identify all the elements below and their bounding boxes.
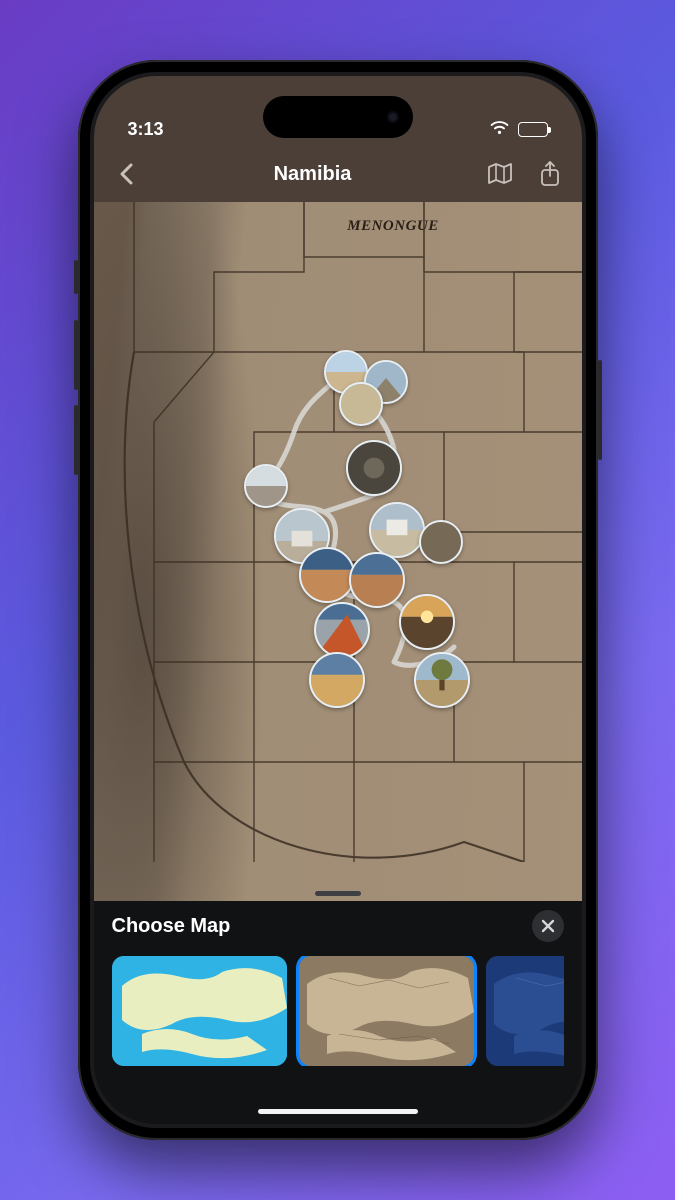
close-button[interactable] (532, 910, 564, 942)
mute-switch (74, 260, 78, 294)
map-style-button[interactable] (486, 160, 514, 188)
photo-pin[interactable] (419, 520, 463, 564)
photo-pin[interactable] (244, 464, 288, 508)
map-style-sheet: Choose Map (94, 901, 582, 1124)
photo-pin[interactable] (369, 502, 425, 558)
device-screen: 3:13 Namibia (94, 76, 582, 1124)
wifi-icon (489, 119, 510, 140)
back-button[interactable] (112, 160, 140, 188)
volume-down-button (74, 405, 78, 475)
photo-pin[interactable] (299, 547, 355, 603)
photo-pin[interactable] (309, 652, 365, 708)
trip-route (94, 202, 582, 862)
map-canvas[interactable]: MENONGUE (94, 202, 582, 901)
battery-icon (518, 122, 548, 137)
page-title: Namibia (274, 163, 352, 186)
share-button[interactable] (536, 160, 564, 188)
map-style-option-light[interactable] (112, 956, 287, 1066)
map-style-option-sepia[interactable] (299, 956, 474, 1066)
photo-pin[interactable] (349, 552, 405, 608)
phone-mockup-frame: 3:13 Namibia (78, 60, 598, 1140)
map-style-option-dark[interactable] (486, 956, 564, 1066)
sheet-title: Choose Map (112, 915, 231, 938)
status-time: 3:13 (128, 119, 164, 140)
power-button (598, 360, 602, 460)
photo-pin[interactable] (339, 382, 383, 426)
photo-pin[interactable] (314, 602, 370, 658)
status-right-cluster (489, 119, 548, 140)
photo-pin[interactable] (346, 440, 402, 496)
volume-up-button (74, 320, 78, 390)
map-style-thumb-row (112, 956, 564, 1066)
photo-pin[interactable] (414, 652, 470, 708)
front-camera (387, 111, 399, 123)
home-indicator[interactable] (258, 1109, 418, 1114)
sheet-grabber[interactable] (315, 891, 361, 896)
dynamic-island (263, 96, 413, 138)
navigation-bar: Namibia (94, 146, 582, 202)
photo-pin[interactable] (399, 594, 455, 650)
